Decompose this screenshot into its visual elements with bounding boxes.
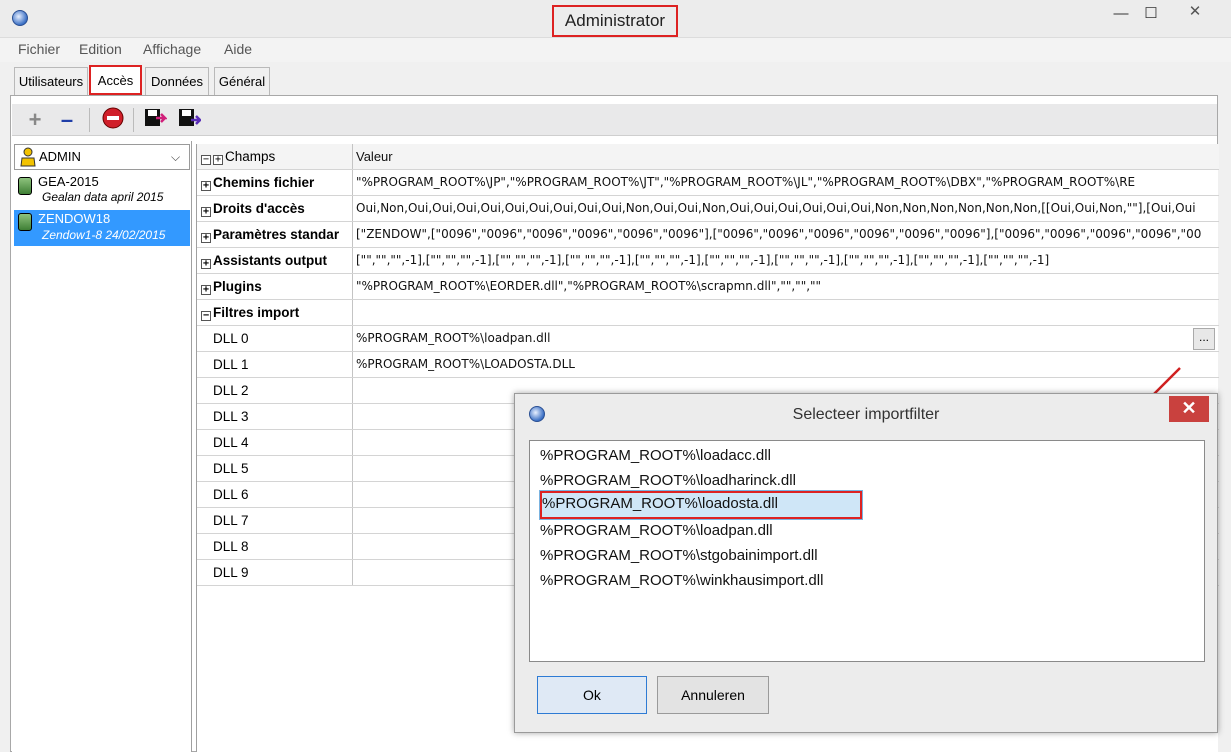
user-select[interactable]: ADMIN ⌵ <box>14 144 190 170</box>
field-label: DLL 8 <box>213 539 249 554</box>
field-label: DLL 9 <box>213 565 249 580</box>
database-name: ZENDOW18 <box>38 211 111 226</box>
field-value[interactable]: Oui,Non,Oui,Oui,Oui,Oui,Oui,Oui,Oui,Oui,… <box>354 196 1218 221</box>
title-bar: Administrator — ☐ ✕ <box>0 0 1231 38</box>
tab-utilisateurs[interactable]: Utilisateurs <box>14 67 88 95</box>
minimize-button[interactable]: — <box>1108 4 1134 26</box>
database-name: GEA-2015 <box>38 174 99 189</box>
browse-button[interactable]: ... <box>1193 328 1215 350</box>
grid-row-parametres[interactable]: + Paramètres standar ["ZENDOW",["0096","0… <box>197 222 1219 248</box>
menu-bar: Fichier Edition Affichage Aide <box>0 38 1231 62</box>
field-label: DLL 6 <box>213 487 249 502</box>
field-label: Paramètres standar <box>213 227 340 242</box>
field-label: DLL 0 <box>213 331 249 346</box>
window-title: Administrator <box>552 5 678 37</box>
field-value[interactable]: "%PROGRAM_ROOT%\EORDER.dll","%PROGRAM_RO… <box>354 274 1218 299</box>
grid-row-assistants[interactable]: + Assistants output ["","","",-1],["","",… <box>197 248 1219 274</box>
grid-row-plugins[interactable]: + Plugins "%PROGRAM_ROOT%\EORDER.dll","%P… <box>197 274 1219 300</box>
list-item-selected[interactable]: %PROGRAM_ROOT%\loadosta.dll <box>539 490 863 520</box>
tab-acces[interactable]: Accès <box>89 65 142 95</box>
grid-row-dll[interactable]: DLL 1 %PROGRAM_ROOT%\LOADOSTA.DLL <box>197 352 1219 378</box>
field-value[interactable]: ["ZENDOW",["0096","0096","0096","0096","… <box>354 222 1218 247</box>
field-value[interactable]: "%PROGRAM_ROOT%\JP","%PROGRAM_ROOT%\JT",… <box>354 170 1218 195</box>
expand-icon[interactable]: + <box>201 233 211 243</box>
remove-icon[interactable]: – <box>54 107 80 133</box>
collapse-icon[interactable]: − <box>201 311 211 321</box>
menu-aide[interactable]: Aide <box>224 41 252 57</box>
field-label: DLL 4 <box>213 435 249 450</box>
tab-general[interactable]: Général <box>214 67 270 95</box>
field-label: Filtres import <box>213 305 300 320</box>
add-icon[interactable]: + <box>22 107 48 133</box>
database-item-selected[interactable]: ZENDOW18 Zendow1-8 24/02/2015 <box>14 210 190 246</box>
field-label: DLL 5 <box>213 461 249 476</box>
header-field-label: Champs <box>225 149 276 164</box>
menu-edition[interactable]: Edition <box>79 41 122 57</box>
toolbar-divider <box>89 108 90 132</box>
expand-icon[interactable]: + <box>201 285 211 295</box>
database-description: Zendow1-8 24/02/2015 <box>42 228 166 242</box>
user-icon <box>20 147 36 175</box>
filter-listbox[interactable]: %PROGRAM_ROOT%\loadacc.dll %PROGRAM_ROOT… <box>529 440 1205 662</box>
menu-fichier[interactable]: Fichier <box>18 41 60 57</box>
database-icon <box>18 213 32 231</box>
field-label: DLL 3 <box>213 409 249 424</box>
list-item[interactable]: %PROGRAM_ROOT%\loadpan.dll <box>540 520 860 544</box>
header-field[interactable]: − + Champs <box>197 144 353 169</box>
grid-row-filtres[interactable]: − Filtres import <box>197 300 1219 326</box>
header-value[interactable]: Valeur <box>354 144 1218 169</box>
database-description: Gealan data april 2015 <box>42 190 164 204</box>
database-icon <box>18 177 32 195</box>
field-label: Assistants output <box>213 253 328 268</box>
field-value[interactable]: ["","","",-1],["","","",-1],["","","",-1… <box>354 248 1218 273</box>
toolbar: + – <box>12 104 1217 136</box>
expand-icon[interactable]: + <box>201 259 211 269</box>
cancel-button[interactable]: Annuleren <box>657 676 769 714</box>
close-button[interactable]: ✕ <box>1172 2 1218 26</box>
expand-icon[interactable]: + <box>201 207 211 217</box>
field-label: DLL 2 <box>213 383 249 398</box>
list-item[interactable]: %PROGRAM_ROOT%\stgobainimport.dll <box>540 545 860 569</box>
field-value[interactable] <box>354 300 1218 325</box>
stop-icon[interactable] <box>100 107 126 133</box>
grid-row-chemins[interactable]: + Chemins fichier "%PROGRAM_ROOT%\JP","%P… <box>197 170 1219 196</box>
list-item[interactable]: %PROGRAM_ROOT%\loadacc.dll <box>540 445 860 469</box>
field-label: DLL 1 <box>213 357 249 372</box>
save-export-icon[interactable] <box>142 107 169 133</box>
grid-header: − + Champs Valeur <box>197 144 1219 170</box>
app-icon <box>12 10 28 26</box>
expand-icon[interactable]: + <box>201 181 211 191</box>
field-value[interactable]: %PROGRAM_ROOT%\loadpan.dll <box>354 326 1218 351</box>
grid-row-droits[interactable]: + Droits d'accès Oui,Non,Oui,Oui,Oui,Oui,… <box>197 196 1219 222</box>
database-item[interactable]: GEA-2015 Gealan data april 2015 <box>14 174 190 208</box>
expand-all-icon[interactable]: + <box>213 155 223 165</box>
collapse-all-icon[interactable]: − <box>201 155 211 165</box>
field-label: DLL 7 <box>213 513 249 528</box>
list-item[interactable]: %PROGRAM_ROOT%\winkhausimport.dll <box>540 570 860 594</box>
ok-button[interactable]: Ok <box>537 676 647 714</box>
maximize-button[interactable]: ☐ <box>1138 4 1164 26</box>
grid-row-dll[interactable]: DLL 0 %PROGRAM_ROOT%\loadpan.dll ... <box>197 326 1219 352</box>
tab-donnees[interactable]: Données <box>145 67 209 95</box>
field-label: Droits d'accès <box>213 201 305 216</box>
chevron-down-icon: ⌵ <box>171 150 181 164</box>
menu-affichage[interactable]: Affichage <box>143 41 201 57</box>
dialog-close-button[interactable]: ✕ <box>1169 396 1209 422</box>
field-value[interactable]: %PROGRAM_ROOT%\LOADOSTA.DLL <box>354 352 1218 377</box>
dialog-title: Selecteer importfilter <box>792 406 940 423</box>
import-filter-dialog: Selecteer importfilter ✕ %PROGRAM_ROOT%\… <box>514 393 1218 733</box>
toolbar-divider <box>133 108 134 132</box>
user-select-value: ADMIN <box>39 149 81 164</box>
field-label: Plugins <box>213 279 262 294</box>
field-label: Chemins fichier <box>213 175 315 190</box>
save-import-icon[interactable] <box>176 107 204 133</box>
